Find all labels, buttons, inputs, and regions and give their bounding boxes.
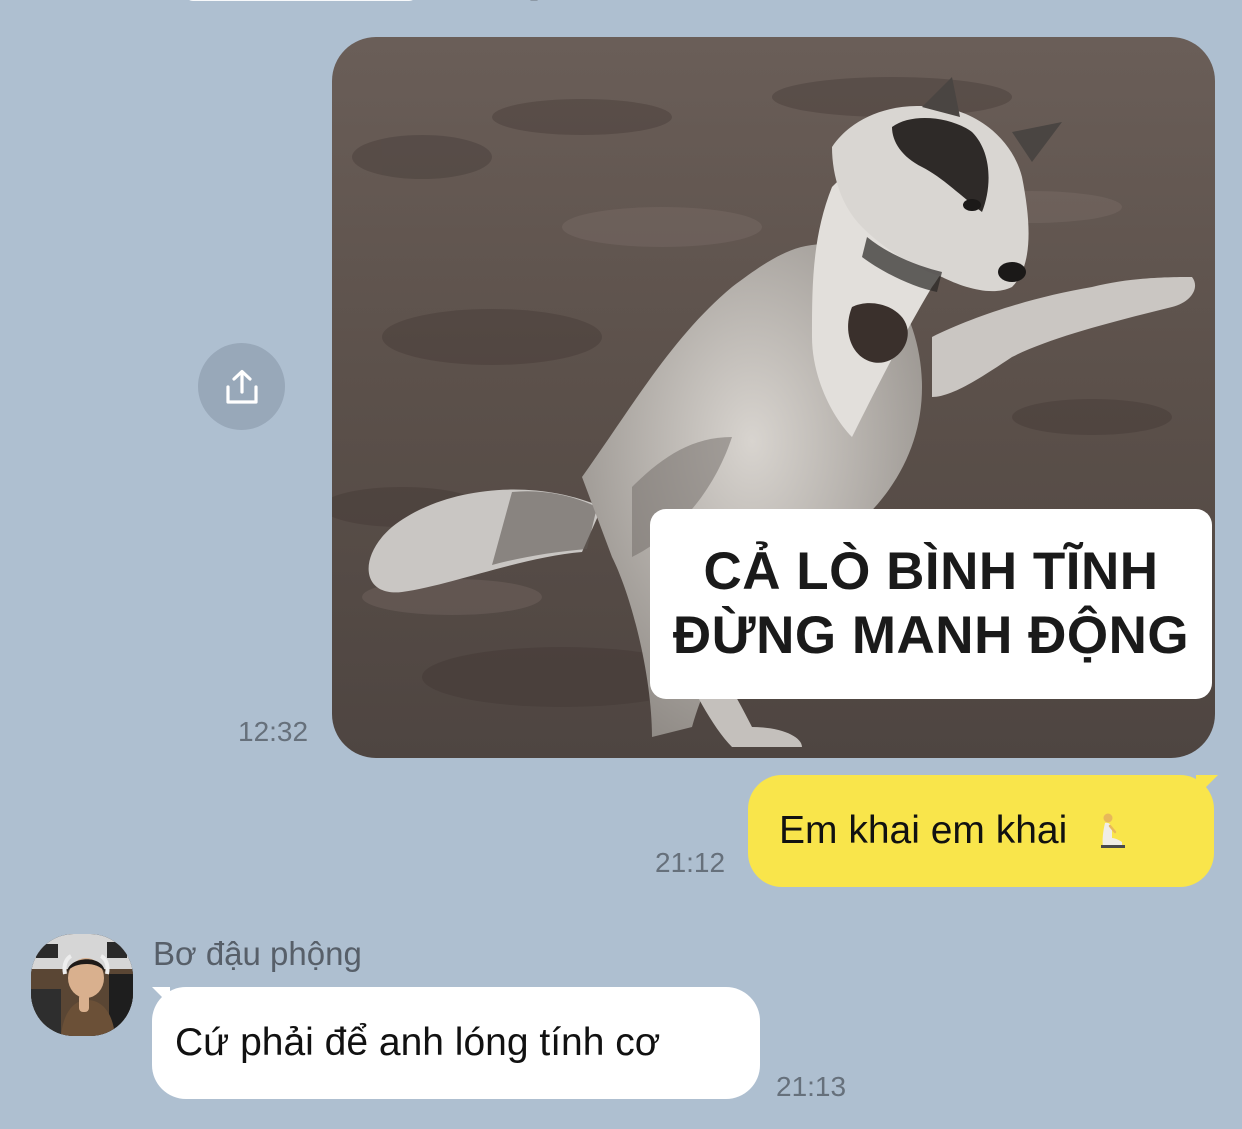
bubble-tail bbox=[1196, 775, 1224, 805]
image-message[interactable]: CẢ LÒ BÌNH TĨNH ĐỪNG MANH ĐỘNG bbox=[332, 37, 1215, 758]
meme-caption-line-2: ĐỪNG MANH ĐỘNG bbox=[672, 606, 1190, 665]
previous-message-bubble-edge bbox=[185, 0, 417, 1]
share-button[interactable] bbox=[198, 343, 285, 430]
incoming-message-text: Cứ phải để anh lóng tính cơ bbox=[175, 1021, 661, 1064]
bubble-tail bbox=[142, 987, 170, 1017]
incoming-message-bubble[interactable]: Cứ phải để anh lóng tính cơ bbox=[150, 987, 760, 1099]
outgoing-message-time: 21:12 bbox=[655, 847, 726, 878]
image-message-time: 12:32 bbox=[238, 716, 309, 747]
outgoing-message-bubble[interactable]: Em khai em khai bbox=[748, 775, 1220, 887]
meme-caption-line-1: CẢ LÒ BÌNH TĨNH bbox=[703, 542, 1159, 601]
share-icon bbox=[225, 369, 258, 404]
sender-name: Bơ đậu phộng bbox=[153, 935, 362, 972]
person-kneeling-emoji bbox=[1095, 811, 1127, 851]
incoming-message-time: 21:13 bbox=[776, 1071, 847, 1102]
previous-message-marker bbox=[530, 0, 538, 1]
avatar[interactable] bbox=[31, 934, 133, 1036]
meme-caption: CẢ LÒ BÌNH TĨNH ĐỪNG MANH ĐỘNG bbox=[650, 509, 1212, 699]
outgoing-message-text: Em khai em khai bbox=[779, 809, 1068, 852]
avatar-photo bbox=[31, 934, 133, 1036]
